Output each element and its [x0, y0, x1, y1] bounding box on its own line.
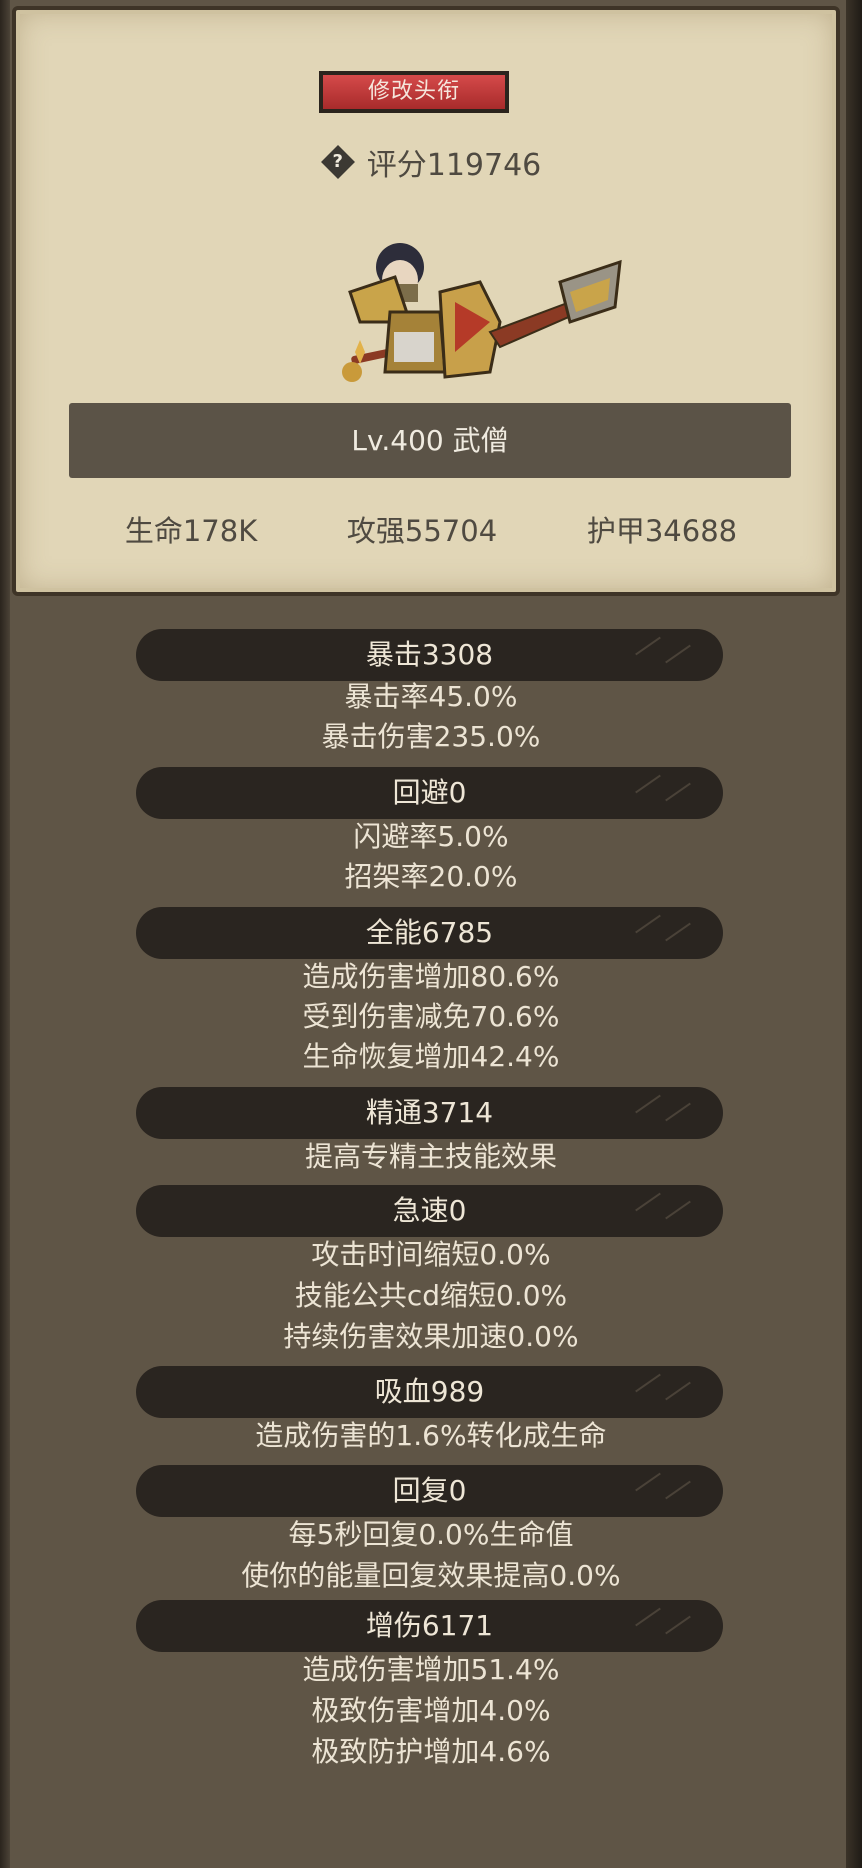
- stat-line: 造成伤害增加80.6%: [302, 960, 560, 993]
- score-row: ? 评分119746: [0, 140, 862, 184]
- section-header-crit: 暴击3308: [136, 629, 723, 681]
- stat-line: 极致防护增加4.6%: [311, 1735, 551, 1768]
- stat-line: 持续伤害效果加速0.0%: [283, 1320, 579, 1353]
- section-header-regen: 回复0: [136, 1465, 723, 1517]
- primary-stats: 生命178K 攻强55704 护甲34688: [0, 505, 862, 553]
- level-class-band: Lv.400 武僧: [69, 403, 791, 478]
- section-header-lifesteal: 吸血989: [136, 1366, 723, 1418]
- stat-line: 造成伤害的1.6%转化成生命: [255, 1419, 607, 1452]
- stat-line: 暴击伤害235.0%: [321, 720, 541, 753]
- section-header-mastery: 精通3714: [136, 1087, 723, 1139]
- stat-line: 每5秒回复0.0%生命值: [288, 1518, 574, 1551]
- help-icon[interactable]: ?: [320, 145, 355, 179]
- character-portrait: [342, 243, 622, 382]
- stat-line: 暴击率45.0%: [344, 680, 518, 713]
- stat-line: 技能公共cd缩短0.0%: [294, 1279, 568, 1312]
- stat-line: 使你的能量回复效果提高0.0%: [241, 1559, 621, 1592]
- stat-line: 招架率20.0%: [344, 860, 518, 893]
- stat-line: 受到伤害减免70.6%: [302, 1000, 560, 1033]
- section-header-avoidance: 回避0: [136, 767, 723, 819]
- level-class-label: Lv.400 武僧: [351, 424, 509, 457]
- stat-line: 生命恢复增加42.4%: [302, 1040, 560, 1073]
- stat-line: 造成伤害增加51.4%: [302, 1653, 560, 1686]
- stat-line: 攻击时间缩短0.0%: [311, 1238, 551, 1271]
- section-header-damage-bonus: 增伤6171: [136, 1600, 723, 1652]
- life-stat: 生命178K: [124, 514, 258, 548]
- stat-line: 闪避率5.0%: [353, 820, 509, 853]
- section-header-versatility: 全能6785: [136, 907, 723, 959]
- stat-line: 提高专精主技能效果: [304, 1140, 557, 1173]
- attack-stat: 攻强55704: [346, 514, 498, 548]
- stat-line: 极致伤害增加4.0%: [311, 1694, 551, 1727]
- modify-title-button[interactable]: 修改头衔: [319, 71, 509, 113]
- character-stats-screen: 修改头衔 ? 评分119746 Lv.400 武僧 生命178K 攻强55704…: [0, 0, 862, 1868]
- score-text: 评分119746: [366, 148, 542, 183]
- armor-stat: 护甲34688: [586, 514, 738, 548]
- section-header-haste: 急速0: [136, 1185, 723, 1237]
